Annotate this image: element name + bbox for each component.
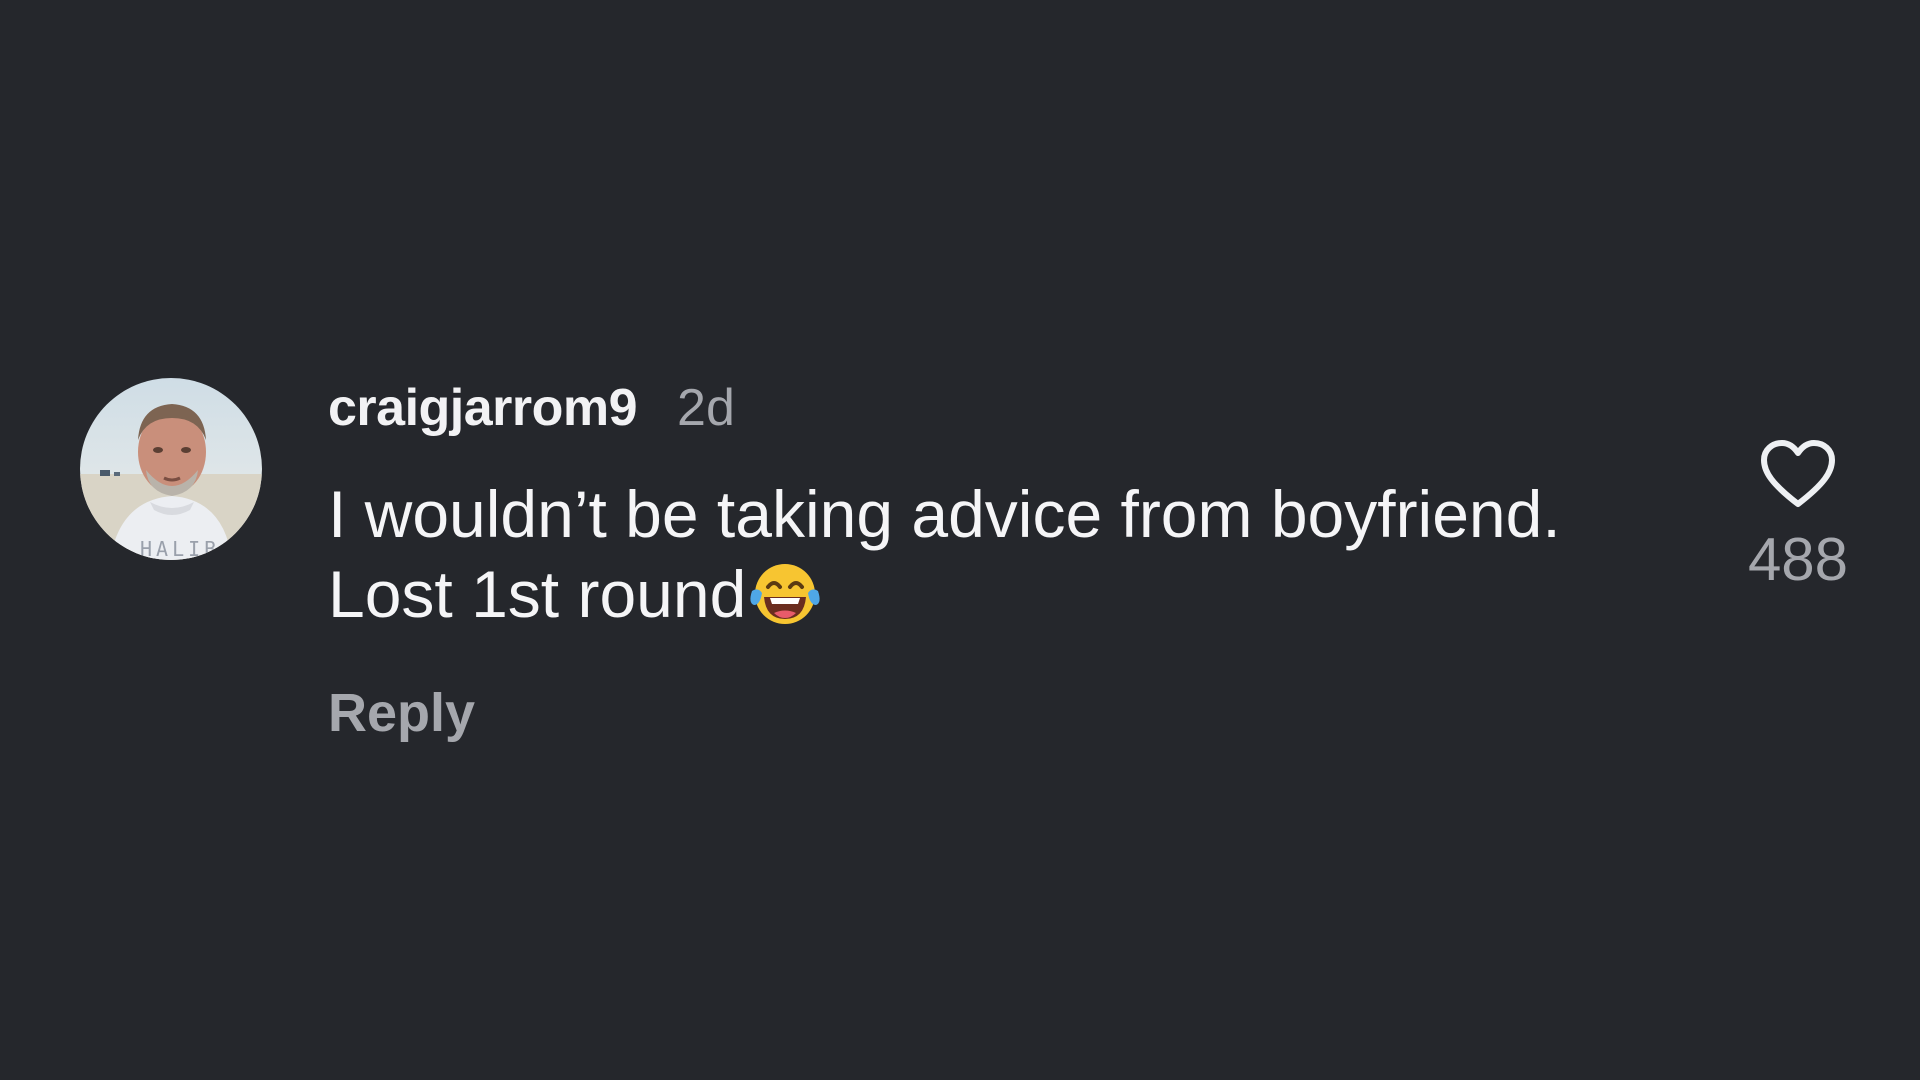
reply-button[interactable]: Reply bbox=[328, 682, 475, 744]
comment-text: I wouldn’t be taking advice from boyfrie… bbox=[328, 474, 1688, 644]
like-section: 488 bbox=[1728, 438, 1868, 594]
username-link[interactable]: craigjarrom9 bbox=[328, 378, 638, 438]
comments-screen: HALIB craigjarrom9 2d I wouldn’t be taki… bbox=[0, 0, 1920, 1080]
comment-meta: craigjarrom9 2d bbox=[328, 378, 1688, 437]
laughing-tears-emoji-icon bbox=[748, 561, 822, 644]
comment-body: craigjarrom9 2d I wouldn’t be taking adv… bbox=[328, 378, 1688, 744]
avatar[interactable]: HALIB bbox=[80, 378, 262, 560]
comment-timestamp: 2d bbox=[677, 379, 735, 437]
svg-text:HALIB: HALIB bbox=[140, 537, 220, 560]
comment-item: HALIB craigjarrom9 2d I wouldn’t be taki… bbox=[80, 378, 1860, 758]
comment-text-line-2: Lost 1st round bbox=[328, 557, 747, 631]
heart-outline-icon[interactable] bbox=[1758, 438, 1838, 515]
comment-text-line-1: I wouldn’t be taking advice from boyfrie… bbox=[328, 477, 1561, 551]
avatar-photo: HALIB bbox=[80, 378, 262, 560]
like-count: 488 bbox=[1747, 526, 1849, 593]
